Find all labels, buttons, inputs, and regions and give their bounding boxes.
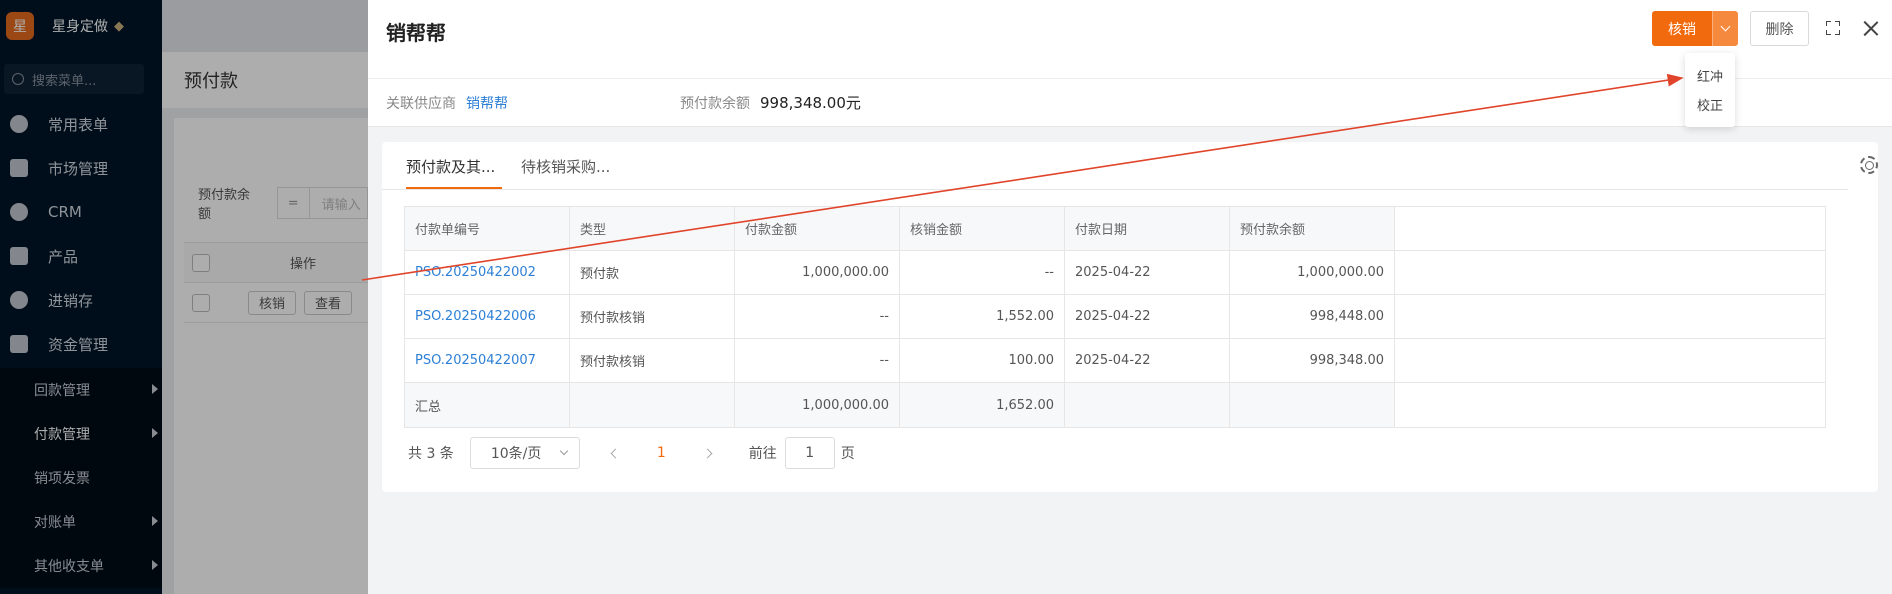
cell-balance: 1,000,000.00 <box>1230 251 1395 294</box>
summary-cell <box>1230 383 1395 427</box>
cell-amount: 1,000,000.00 <box>735 251 900 294</box>
chevron-down-icon <box>559 446 569 456</box>
tab-pending-purchases[interactable]: 待核销采购... <box>521 156 610 177</box>
verify-primary-button[interactable]: 核销 <box>1652 11 1712 46</box>
cell-verified: -- <box>900 251 1065 294</box>
column-header: 预付款余额 <box>1230 207 1395 250</box>
tab-bar: 预付款及其... 待核销采购... <box>382 142 1848 190</box>
close-icon[interactable] <box>1863 20 1879 36</box>
cell-code: PSO.20250422007 <box>405 339 570 382</box>
column-header: 付款日期 <box>1065 207 1230 250</box>
page-size-value: 10条/页 <box>490 446 542 462</box>
empty-cell <box>1395 295 1825 338</box>
cell-type: 预付款核销 <box>570 339 735 382</box>
supplier-link[interactable]: 销帮帮 <box>466 93 508 113</box>
tab-prepayments[interactable]: 预付款及其... <box>406 156 495 177</box>
payment-code-link[interactable]: PSO.20250422002 <box>415 265 536 280</box>
page-unit-label: 页 <box>840 446 855 462</box>
empty-cell <box>1395 339 1825 382</box>
dropdown-item-correct[interactable]: 校正 <box>1685 90 1735 119</box>
cell-amount: -- <box>735 295 900 338</box>
cell-balance: 998,448.00 <box>1230 295 1395 338</box>
next-page-icon[interactable] <box>702 448 713 458</box>
more-actions-dropdown: 红冲 校正 <box>1685 53 1735 127</box>
column-header: 付款金额 <box>735 207 900 250</box>
cell-code: PSO.20250422002 <box>405 251 570 294</box>
total-count: 共 3 条 <box>408 446 454 462</box>
balance-label: 预付款余额 <box>680 95 750 112</box>
prev-page-icon[interactable] <box>610 448 621 458</box>
gear-icon[interactable] <box>1860 156 1878 174</box>
summary-cell <box>1065 383 1230 427</box>
column-header: 类型 <box>570 207 735 250</box>
cell-verified: 1,552.00 <box>900 295 1065 338</box>
summary-cell <box>570 383 735 427</box>
cell-verified: 100.00 <box>900 339 1065 382</box>
modal-mask[interactable] <box>0 0 368 594</box>
detail-drawer: 销帮帮 核销 删除 关联供应商 销帮帮 预付款余额 998,348.00元 预付… <box>368 0 1892 594</box>
table-row: PSO.20250422002 预付款 1,000,000.00 -- 2025… <box>405 251 1825 295</box>
table-header-row: 付款单编号 类型 付款金额 核销金额 付款日期 预付款余额 <box>405 207 1825 251</box>
summary-label: 汇总 <box>405 383 570 427</box>
delete-button[interactable]: 删除 <box>1750 11 1809 46</box>
supplier-label: 关联供应商 <box>386 95 456 112</box>
goto-page-input[interactable]: 1 <box>784 437 835 469</box>
payment-code-link[interactable]: PSO.20250422007 <box>415 353 536 368</box>
cell-amount: -- <box>735 339 900 382</box>
balance-value: 998,348.00元 <box>760 94 861 112</box>
table-row: PSO.20250422007 预付款核销 -- 100.00 2025-04-… <box>405 339 1825 383</box>
goto-label: 前往 <box>748 446 777 462</box>
cell-date: 2025-04-22 <box>1065 295 1230 338</box>
prepayment-table: 付款单编号 类型 付款金额 核销金额 付款日期 预付款余额 PSO.202504… <box>404 206 1826 428</box>
summary-amount: 1,000,000.00 <box>735 383 900 427</box>
cell-date: 2025-04-22 <box>1065 251 1230 294</box>
drawer-title: 销帮帮 <box>386 21 446 45</box>
column-header: 核销金额 <box>900 207 1065 250</box>
detail-card: 预付款及其... 待核销采购... 付款单编号 类型 付款金额 核销金额 付款日… <box>382 142 1878 492</box>
column-header: 付款单编号 <box>405 207 570 250</box>
empty-cell <box>1395 251 1825 294</box>
cell-type: 预付款核销 <box>570 295 735 338</box>
empty-cell <box>1395 207 1825 250</box>
pagination: 共 3 条 10条/页 1 前往 1 页 <box>408 437 855 469</box>
cell-type: 预付款 <box>570 251 735 294</box>
more-actions-button[interactable] <box>1712 11 1738 46</box>
info-bar: 关联供应商 销帮帮 预付款余额 998,348.00元 <box>368 79 1892 127</box>
cell-balance: 998,348.00 <box>1230 339 1395 382</box>
empty-cell <box>1395 383 1825 427</box>
page-size-select[interactable]: 10条/页 <box>469 437 580 469</box>
cell-code: PSO.20250422006 <box>405 295 570 338</box>
summary-verified: 1,652.00 <box>900 383 1065 427</box>
chevron-down-icon <box>1720 21 1731 32</box>
payment-code-link[interactable]: PSO.20250422006 <box>415 309 536 324</box>
page-number-current[interactable]: 1 <box>657 445 666 461</box>
summary-row: 汇总 1,000,000.00 1,652.00 <box>405 383 1825 427</box>
dropdown-item-red-reverse[interactable]: 红冲 <box>1685 61 1735 90</box>
active-tab-indicator <box>406 187 502 189</box>
drawer-header: 销帮帮 核销 删除 <box>368 0 1892 79</box>
table-row: PSO.20250422006 预付款核销 -- 1,552.00 2025-0… <box>405 295 1825 339</box>
cell-date: 2025-04-22 <box>1065 339 1230 382</box>
fullscreen-icon[interactable] <box>1826 21 1840 35</box>
